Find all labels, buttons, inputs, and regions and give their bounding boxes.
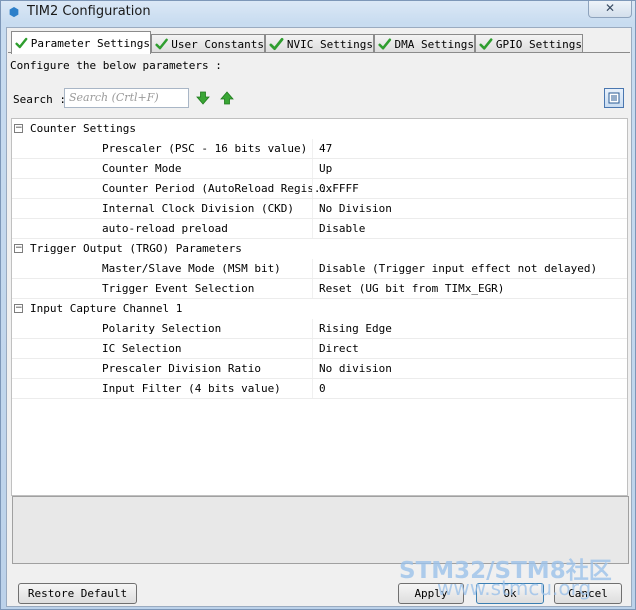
tab-parameter-settings[interactable]: Parameter Settings [11,31,151,54]
green-check-icon [155,38,168,50]
param-value[interactable]: 0 [319,382,326,395]
ok-button[interactable]: Ok [476,583,544,604]
group-input-capture-channel-1[interactable]: − Input Capture Channel 1 [12,299,627,319]
group-counter-settings[interactable]: − Counter Settings [12,119,627,139]
param-value[interactable]: Disable [319,222,365,235]
param-row[interactable]: Counter Mode Up [12,159,627,179]
collapse-icon[interactable]: − [14,124,23,133]
close-button[interactable]: ✕ [588,1,632,18]
dialog-window: ⬢ TIM2 Configuration ✕ Parameter Setting… [0,0,636,610]
close-icon: ✕ [604,1,616,15]
param-row[interactable]: Master/Slave Mode (MSM bit) Disable (Tri… [12,259,627,279]
param-row[interactable]: auto-reload preload Disable [12,219,627,239]
column-divider [312,159,313,178]
title-bar[interactable]: ⬢ TIM2 Configuration ✕ [1,1,635,25]
column-divider [312,339,313,358]
tab-dma-settings[interactable]: DMA Settings [374,34,475,53]
tab-label: NVIC Settings [286,37,373,51]
view-mode-button[interactable] [604,88,624,108]
param-value[interactable]: No division [319,362,392,375]
group-title: Trigger Output (TRGO) Parameters [30,242,242,255]
intro-text: Configure the below parameters : [10,59,222,72]
column-divider [312,199,313,218]
tab-label: User Constants [171,37,264,51]
list-view-icon [608,92,620,104]
column-divider [312,259,313,278]
param-value[interactable]: Up [319,162,332,175]
column-divider [312,179,313,198]
dialog-body: Parameter Settings User Constants NVIC S… [6,27,632,607]
param-value[interactable]: No Division [319,202,392,215]
param-name: Polarity Selection [102,322,222,335]
cancel-button[interactable]: Cancel [554,583,622,604]
param-name: auto-reload preload [102,222,228,235]
description-panel [12,496,629,564]
param-name: Prescaler (PSC - 16 bits value) [102,142,308,155]
parameter-grid: − Counter Settings Prescaler (PSC - 16 b… [11,118,628,496]
param-name: IC Selection [102,342,182,355]
param-name: Counter Mode [102,162,182,175]
tab-gpio-settings[interactable]: GPIO Settings [475,34,583,53]
param-name: Trigger Event Selection [102,282,255,295]
green-check-icon [15,37,28,49]
param-value[interactable]: Rising Edge [319,322,392,335]
green-check-icon [269,37,284,51]
param-row[interactable]: Counter Period (AutoReload Regis... 0xFF… [12,179,627,199]
app-logo-icon: ⬢ [8,5,20,19]
green-check-icon [479,38,493,50]
param-name: Master/Slave Mode (MSM bit) [102,262,281,275]
param-value[interactable]: 47 [319,142,332,155]
column-divider [312,359,313,378]
tab-user-constants[interactable]: User Constants [151,34,265,53]
param-row[interactable]: IC Selection Direct [12,339,627,359]
param-row[interactable]: Trigger Event Selection Reset (UG bit fr… [12,279,627,299]
search-input[interactable]: Search (Crtl+F) [64,88,189,108]
column-divider [312,139,313,158]
group-title: Counter Settings [30,122,136,135]
param-row[interactable]: Internal Clock Division (CKD) No Divisio… [12,199,627,219]
tab-label: DMA Settings [394,37,474,51]
param-value[interactable]: Reset (UG bit from TIMx_EGR) [319,282,504,295]
column-divider [312,379,313,398]
tab-label: GPIO Settings [495,37,582,51]
column-divider [312,219,313,238]
window-title: TIM2 Configuration [27,4,151,19]
group-title: Input Capture Channel 1 [30,302,183,315]
find-next-arrow-down-icon[interactable] [196,91,210,105]
tab-nvic-settings[interactable]: NVIC Settings [265,34,374,53]
param-name: Input Filter (4 bits value) [102,382,281,395]
param-row[interactable]: Input Filter (4 bits value) 0 [12,379,627,399]
collapse-icon[interactable]: − [14,244,23,253]
param-name: Internal Clock Division (CKD) [102,202,295,215]
restore-default-button[interactable]: Restore Default [18,583,137,604]
group-trigger-output[interactable]: − Trigger Output (TRGO) Parameters [12,239,627,259]
column-divider [312,319,313,338]
param-row[interactable]: Prescaler Division Ratio No division [12,359,627,379]
parameter-settings-panel: Configure the below parameters : Search … [8,52,630,607]
find-previous-arrow-up-icon[interactable] [220,91,234,105]
collapse-icon[interactable]: − [14,304,23,313]
column-divider [312,279,313,298]
param-name: Counter Period (AutoReload Regis... [102,182,334,195]
search-label: Search : [13,93,66,106]
green-check-icon [378,38,392,50]
param-value[interactable]: Direct [319,342,359,355]
param-value[interactable]: 0xFFFF [319,182,359,195]
tab-label: Parameter Settings [30,36,150,50]
param-value[interactable]: Disable (Trigger input effect not delaye… [319,262,597,275]
apply-button[interactable]: Apply [398,583,464,604]
param-row[interactable]: Polarity Selection Rising Edge [12,319,627,339]
param-name: Prescaler Division Ratio [102,362,261,375]
param-row[interactable]: Prescaler (PSC - 16 bits value) 47 [12,139,627,159]
